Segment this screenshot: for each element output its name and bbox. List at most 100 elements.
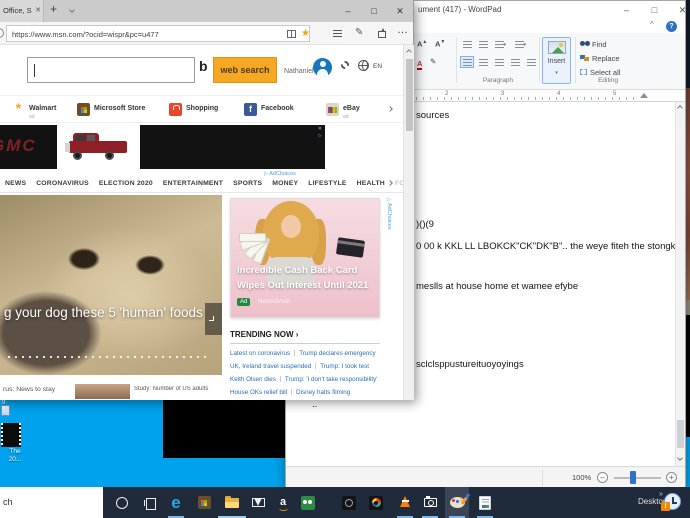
list-icon[interactable]: ▾ (492, 38, 506, 50)
hub-icon[interactable] (333, 30, 342, 38)
msn-search-input[interactable] (27, 57, 195, 83)
lens-app-button[interactable] (337, 490, 361, 515)
edge-minimize-button[interactable]: – (335, 0, 361, 22)
quick-links-next-icon[interactable] (387, 106, 393, 112)
amazon-button[interactable]: a (271, 490, 295, 515)
select-all-button[interactable]: Select all (580, 68, 620, 77)
edge-taskbar-button[interactable]: e (164, 490, 188, 515)
settings-gear-icon[interactable] (341, 61, 349, 69)
wordpad-maximize-button[interactable]: □ (641, 1, 668, 20)
edge-close-button[interactable]: ✕ (387, 0, 413, 22)
user-name[interactable]: Nathaniel (284, 68, 314, 75)
paint-button[interactable] (445, 490, 469, 515)
zoom-in-button[interactable]: + (666, 472, 677, 483)
new-tab-button[interactable]: + (50, 2, 57, 16)
hero-headline[interactable]: g your dog these 5 'human' foods (4, 305, 216, 320)
reading-view-icon[interactable] (287, 30, 296, 38)
store-taskbar-button[interactable] (192, 490, 216, 515)
nav-sports[interactable]: SPORTS (233, 180, 262, 187)
language-globe-icon[interactable] (358, 60, 369, 71)
green-app-button[interactable] (296, 490, 320, 515)
trending-link[interactable]: Disney halts filming (296, 389, 350, 396)
nav-health[interactable]: HEALTH (357, 180, 385, 187)
highlight-button[interactable]: ✎ (430, 57, 436, 66)
wordpad-taskbar-button[interactable] (473, 490, 497, 515)
nav-coronavirus[interactable]: CORONAVIRUS (36, 180, 89, 187)
desktop-video-file-icon[interactable] (1, 423, 21, 447)
gmc-ad-banner[interactable]: GMC ✕ ▷ (0, 125, 325, 169)
tab-close-icon[interactable]: ✕ (35, 6, 41, 14)
news-card-title[interactable]: Study: Number of US adults (134, 386, 212, 392)
align-center-icon[interactable] (476, 56, 490, 68)
file-explorer-button[interactable] (220, 490, 244, 515)
replace-button[interactable]: Replace (580, 54, 620, 63)
trending-link[interactable]: Trump declares emergency (299, 350, 375, 357)
shrink-font-button[interactable]: A▼ (435, 39, 445, 49)
vlc-button[interactable] (393, 490, 417, 515)
cortana-button[interactable] (110, 490, 134, 515)
annotate-pen-icon[interactable]: ✎ (355, 27, 363, 38)
nav-money[interactable]: MONEY (272, 180, 298, 187)
news-card[interactable]: rus: News to stay (0, 382, 68, 400)
share-icon[interactable] (378, 28, 386, 38)
camera-app-button[interactable] (418, 490, 442, 515)
nav-election-2020[interactable]: ELECTION 2020 (99, 180, 153, 187)
web-search-button[interactable]: web search (213, 57, 277, 83)
favorite-star-icon[interactable]: ★ (301, 28, 310, 39)
wordpad-scrollbar[interactable] (675, 102, 685, 466)
trending-link[interactable]: Trump: I took test (320, 363, 369, 370)
help-icon[interactable]: ? (666, 21, 677, 32)
scrollbar-thumb[interactable] (406, 59, 413, 131)
adchoices-icon[interactable]: ▷ (318, 133, 322, 139)
grow-font-button[interactable]: A▲ (417, 39, 427, 49)
carousel-dots[interactable] (8, 356, 206, 358)
desktop-file-icon[interactable] (1, 405, 10, 416)
hero-dog-image[interactable]: g your dog these 5 'human' foods (0, 195, 222, 375)
scrollbar-thumb[interactable] (677, 420, 684, 448)
align-right-icon[interactable] (492, 56, 506, 68)
browser-tab[interactable]: Office, S ✕ (0, 0, 44, 22)
nav-news[interactable]: NEWS (5, 180, 26, 187)
justify-icon[interactable] (508, 56, 522, 68)
trending-link[interactable]: Latest on coronavirus (230, 350, 290, 357)
paragraph-dialog-icon[interactable] (524, 56, 538, 68)
user-avatar[interactable] (313, 58, 332, 77)
nav-lifestyle[interactable]: LIFESTYLE (308, 180, 346, 187)
zoom-out-button[interactable]: – (597, 472, 608, 483)
font-color-button[interactable]: A (417, 59, 423, 70)
task-view-button[interactable] (138, 490, 162, 515)
photos-app-button[interactable] (364, 490, 388, 515)
zoom-slider-track[interactable] (614, 477, 661, 479)
tab-preview-chevron-icon[interactable] (69, 7, 75, 13)
align-left-icon[interactable] (460, 56, 474, 68)
edge-maximize-button[interactable]: □ (361, 0, 387, 22)
cashback-ad-card[interactable]: Incredible Cash Back Card Wipes Out Inte… (230, 198, 380, 318)
increase-indent-icon[interactable] (476, 38, 490, 50)
address-bar[interactable]: https://www.msn.com/?ocid=wispr&pc=u477 … (6, 25, 310, 42)
scroll-up-icon[interactable] (406, 49, 412, 55)
trending-link[interactable]: UK, Ireland travel suspended (230, 363, 311, 370)
refresh-icon[interactable] (0, 28, 4, 38)
trending-link[interactable]: Keith Olsen dies (230, 376, 276, 383)
carousel-next-button[interactable] (205, 303, 222, 335)
find-button[interactable]: Find (580, 40, 607, 49)
ribbon-collapse-icon[interactable]: ^ (650, 20, 654, 29)
wordpad-minimize-button[interactable]: – (613, 1, 640, 20)
edge-scrollbar[interactable] (403, 45, 414, 400)
tray-overflow-chevron-icon[interactable]: » (659, 491, 663, 498)
news-card-thumbnail[interactable] (75, 384, 130, 399)
nav-entertainment[interactable]: ENTERTAINMENT (163, 180, 223, 187)
decrease-indent-icon[interactable] (460, 38, 474, 50)
more-options-icon[interactable]: … (397, 24, 409, 36)
line-spacing-icon[interactable]: ▾ (512, 38, 526, 50)
trending-link[interactable]: House OKs relief bill (230, 389, 287, 396)
scroll-up-icon[interactable] (677, 105, 683, 111)
language-code[interactable]: EN (373, 63, 382, 70)
adchoices-vertical-label[interactable]: AdChoices (386, 197, 392, 230)
background-video-window[interactable] (163, 398, 285, 458)
wordpad-close-button[interactable]: ✕ (669, 1, 690, 20)
ad-close-icon[interactable]: ✕ (318, 126, 322, 132)
mail-button[interactable] (246, 490, 270, 515)
taskbar-search-box[interactable]: ch (0, 487, 103, 518)
zoom-slider-thumb[interactable] (630, 471, 636, 484)
